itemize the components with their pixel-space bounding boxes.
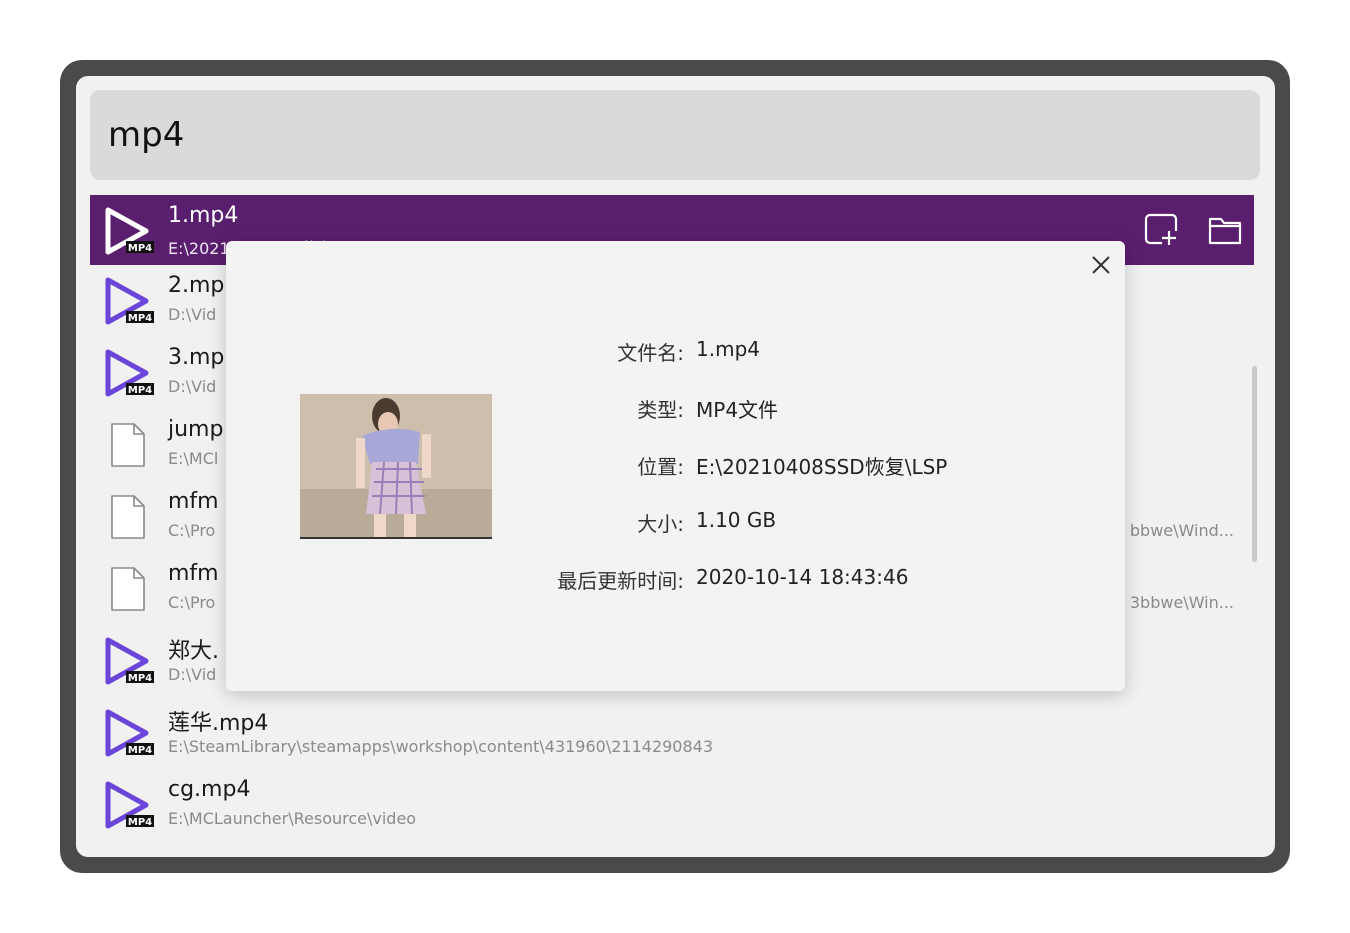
svg-text:MP4: MP4 — [128, 313, 152, 324]
svg-text:MP4: MP4 — [128, 385, 152, 396]
open-with-icon[interactable] — [1142, 211, 1180, 249]
result-name: mfm — [168, 561, 219, 586]
result-path: D:\Vid — [168, 377, 217, 396]
results-scrollbar[interactable] — [1252, 366, 1257, 562]
svg-text:MP4: MP4 — [128, 817, 152, 828]
result-name: mfm — [168, 489, 219, 514]
mp4-file-icon: MP4 — [105, 277, 154, 325]
open-folder-icon[interactable] — [1206, 211, 1244, 249]
result-row[interactable]: MP4 莲华.mp4 E:\SteamLibrary\steamapps\wor… — [90, 697, 1254, 769]
result-path: D:\Vid — [168, 305, 217, 324]
result-name: 莲华.mp4 — [168, 711, 269, 736]
svg-text:MP4: MP4 — [128, 745, 152, 756]
modified-label: 最后更新时间: — [557, 569, 684, 593]
result-path-tail: bbwe\Wind... — [1129, 521, 1234, 540]
svg-text:MP4: MP4 — [128, 673, 152, 684]
close-icon[interactable] — [1089, 253, 1113, 277]
mp4-file-icon: MP4 — [105, 207, 154, 255]
result-row[interactable]: MP4 cg.mp4 E:\MCLauncher\Resource\video — [90, 769, 1254, 841]
modified-value: 2020-10-14 18:43:46 — [696, 565, 909, 589]
result-path: C:\Pro — [168, 593, 216, 612]
type-label: 类型: — [637, 398, 684, 422]
mp4-file-icon: MP4 — [105, 709, 154, 757]
size-label: 大小: — [637, 512, 684, 536]
result-path: E:\MCl — [168, 449, 219, 468]
result-name: 2.mp — [168, 273, 225, 298]
location-label: 位置: — [637, 455, 684, 479]
generic-file-icon — [111, 495, 145, 539]
mp4-file-icon: MP4 — [105, 781, 154, 829]
result-path: E:\MCLauncher\Resource\video — [168, 809, 417, 828]
search-bar[interactable] — [90, 90, 1260, 180]
mp4-file-icon: MP4 — [105, 637, 154, 685]
result-name: jump — [168, 417, 224, 442]
generic-file-icon — [111, 567, 145, 611]
result-path: E:\SteamLibrary\steamapps\workshop\conte… — [168, 737, 714, 756]
generic-file-icon — [111, 423, 145, 467]
file-details-popup: 文件名: 1.mp4 类型: MP4文件 位置: E:\20210408SSD恢… — [226, 241, 1125, 691]
mp4-file-icon: MP4 — [105, 349, 154, 397]
type-value: MP4文件 — [696, 398, 779, 422]
result-name: 郑大. — [168, 639, 219, 664]
location-value: E:\20210408SSD恢复\LSP — [696, 455, 948, 479]
result-name: 3.mp — [168, 345, 225, 370]
svg-text:MP4: MP4 — [128, 243, 152, 254]
size-value: 1.10 GB — [696, 508, 777, 532]
filename-label: 文件名: — [617, 341, 684, 365]
filename-value: 1.mp4 — [696, 337, 760, 361]
result-name: 1.mp4 — [168, 203, 239, 228]
search-input[interactable] — [106, 114, 1260, 156]
result-path: D:\Vid — [168, 665, 217, 684]
result-path: C:\Pro — [168, 521, 216, 540]
result-name: cg.mp4 — [168, 777, 251, 802]
result-path-tail: 3bbwe\Win... — [1129, 593, 1234, 612]
